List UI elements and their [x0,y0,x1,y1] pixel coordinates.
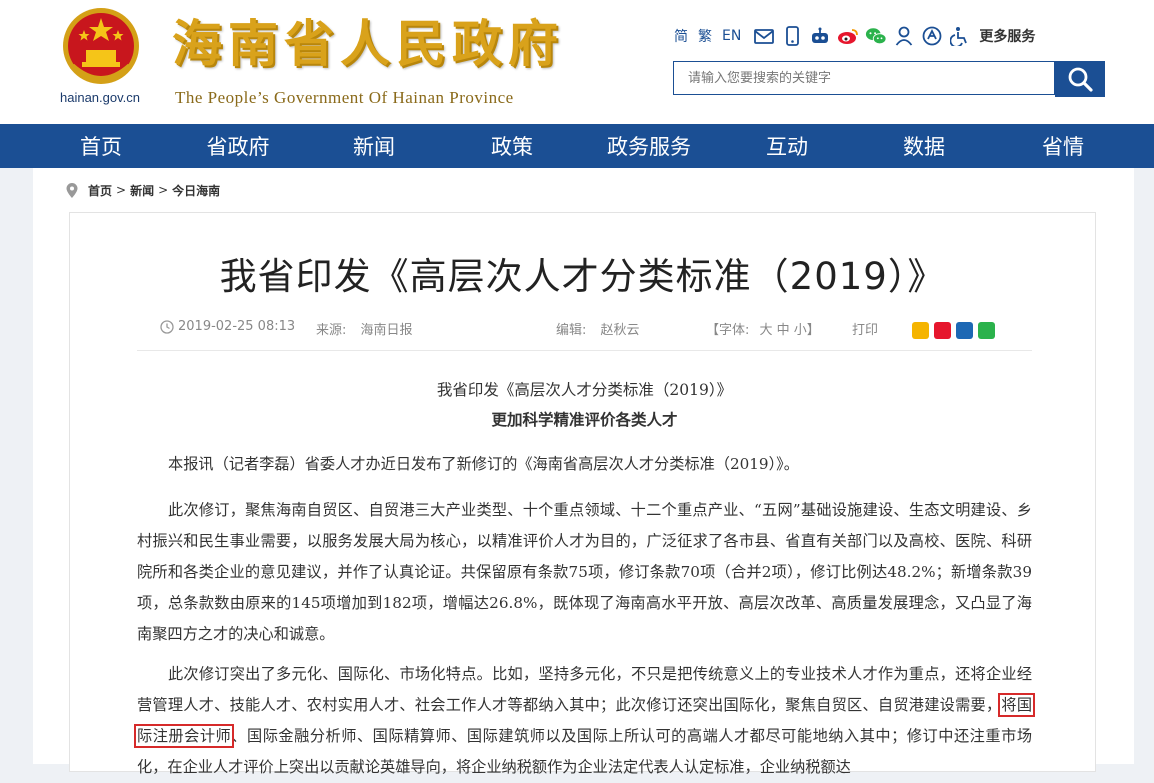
main-nav: 首页 省政府 新闻 政策 政务服务 互动 数据 省情 [0,124,1154,168]
article-lead-title: 更加科学精准评价各类人才 [491,410,678,429]
accessibility-icon[interactable] [921,25,943,47]
traditional-link[interactable]: 繁 [698,26,712,46]
robot-icon[interactable] [809,25,831,47]
editor-label: 编辑: [556,323,587,338]
article-paragraph-3: 此次修订突出了多元化、国际化、市场化特点。比如，坚持多元化，不只是把传统意义上的… [133,659,1036,783]
paragraph-3-text-a: 此次修订突出了多元化、国际化、市场化特点。比如，坚持多元化，不只是把传统意义上的… [137,665,1032,714]
share-weibo-icon[interactable] [934,322,951,339]
more-services-link[interactable]: 更多服务 [979,26,1035,46]
wheelchair-icon[interactable] [949,25,971,47]
article-editor: 编辑: 赵秋云 [556,319,640,338]
share-qzone-icon[interactable] [912,322,929,339]
nav-item-data[interactable]: 数据 [826,124,1022,168]
wechat-icon[interactable] [865,25,887,47]
meta-divider [137,350,1032,351]
article-source: 来源: 海南日报 [316,319,413,338]
site-subtitle: The People’s Government Of Hainan Provin… [175,88,514,107]
article-paragraph-1: 本报讯（记者李磊）省委人才办近日发布了新修订的《海南省高层次人才分类标准（201… [168,455,799,473]
site-title[interactable]: 海南省人民政府 [172,14,564,74]
nav-item-news[interactable]: 新闻 [274,124,474,168]
share-wechat-icon[interactable] [978,322,995,339]
breadcrumb-home[interactable]: 首页 [88,182,112,199]
font-label: 【字体: [706,323,750,338]
breadcrumb-separator: > [158,183,169,197]
search-icon [1068,67,1093,92]
breadcrumb-separator: > [116,183,127,197]
nav-item-province-info[interactable]: 省情 [1022,124,1104,168]
user-icon[interactable] [893,25,915,47]
mail-icon[interactable] [753,25,775,47]
mobile-icon[interactable] [781,25,803,47]
nav-item-services[interactable]: 政务服务 [550,124,748,168]
breadcrumb-news[interactable]: 新闻 [130,182,154,199]
simplified-link[interactable]: 简 [674,26,688,46]
weibo-icon[interactable] [837,25,859,47]
breadcrumb: 首页 > 新闻 > 今日海南 [66,180,220,200]
font-options[interactable]: 大 中 小】 [760,323,820,338]
article-subtitle: 我省印发《高层次人才分类标准（2019）》 [436,381,733,399]
article-date-text: 2019-02-25 08:13 [178,319,296,334]
search-button[interactable] [1055,61,1105,97]
search-box [673,61,1055,95]
article-date: 2019-02-25 08:13 [160,319,295,334]
breadcrumb-today-hainan[interactable]: 今日海南 [172,182,220,199]
font-size-control: 【字体: 大 中 小】 [706,319,820,338]
nav-item-interaction[interactable]: 互动 [748,124,826,168]
source-label: 来源: [316,323,347,338]
english-link[interactable]: EN [722,28,741,44]
nav-item-policy[interactable]: 政策 [474,124,550,168]
nav-item-home[interactable]: 首页 [0,124,202,168]
national-emblem-icon[interactable] [60,6,142,90]
nav-item-government[interactable]: 省政府 [202,124,274,168]
source-value: 海南日报 [360,323,413,338]
print-link[interactable]: 打印 [852,319,878,338]
share-renren-icon[interactable] [956,322,973,339]
topbar: 简 繁 EN 更多服务 [674,24,1035,48]
paragraph-3-text-b: 、国际金融分析师、国际精算师、国际建筑师以及国际上所认可的高端人才都尽可能地纳入… [137,727,1032,776]
editor-value: 赵秋云 [600,323,640,338]
search-input[interactable] [686,62,1050,94]
share-buttons [912,322,995,339]
article-paragraph-2: 此次修订，聚焦海南自贸区、自贸港三大产业类型、十个重点领域、十二个重点产业、“五… [137,501,1032,643]
site-domain: hainan.gov.cn [60,90,140,105]
article-title: 我省印发《高层次人才分类标准（2019）》 [219,255,946,298]
location-pin-icon [66,182,78,198]
clock-icon [160,319,174,334]
site-header: hainan.gov.cn 海南省人民政府 The People’s Gover… [0,0,1154,124]
